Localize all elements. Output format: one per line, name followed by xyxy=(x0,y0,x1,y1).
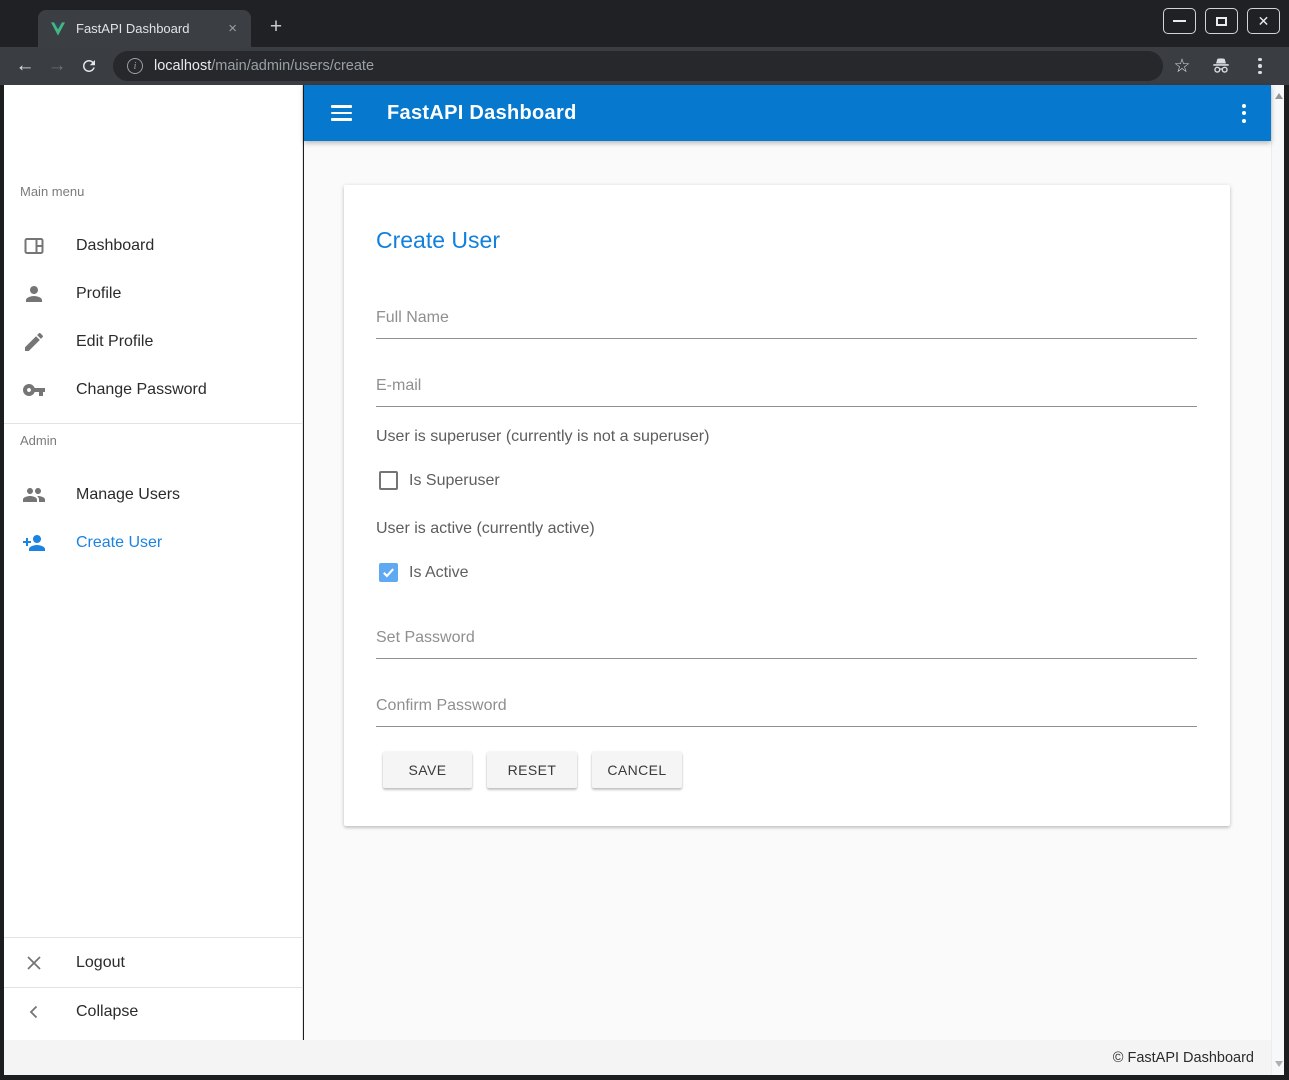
reload-button[interactable] xyxy=(73,50,105,82)
reset-button[interactable]: RESET xyxy=(487,752,577,788)
sidebar-item-manage-users[interactable]: Manage Users xyxy=(4,471,302,519)
tab-close-icon[interactable]: × xyxy=(224,19,241,38)
copyright-text: © FastAPI Dashboard xyxy=(1113,1050,1254,1066)
page-title: Create User xyxy=(376,227,500,254)
set-password-input[interactable] xyxy=(376,625,1197,659)
page-scrollbar[interactable] xyxy=(1271,85,1284,1075)
create-user-card: Create User User is superuser (currently… xyxy=(344,185,1230,826)
people-icon xyxy=(22,483,46,507)
is-active-checkbox[interactable] xyxy=(379,563,398,582)
sidebar-item-edit-profile[interactable]: Edit Profile xyxy=(4,318,302,366)
sidebar-item-profile[interactable]: Profile xyxy=(4,270,302,318)
browser-tab[interactable]: FastAPI Dashboard × xyxy=(38,10,251,47)
toolbar-right-icons: ☆ xyxy=(1167,51,1289,81)
scrollbar-up-arrow[interactable] xyxy=(1272,89,1285,103)
main-content: FastAPI Dashboard Create User User is su… xyxy=(304,85,1271,1040)
is-active-label: Is Active xyxy=(409,564,469,582)
sidebar-section-main-menu: Main menu xyxy=(20,184,84,199)
forward-button[interactable]: → xyxy=(41,50,73,82)
is-superuser-label: Is Superuser xyxy=(409,472,500,490)
save-button[interactable]: SAVE xyxy=(383,752,472,788)
key-icon xyxy=(22,378,46,402)
person-add-icon xyxy=(22,531,46,555)
is-superuser-checkbox-row[interactable]: Is Superuser xyxy=(379,471,500,490)
url-path: /main/admin/users/create xyxy=(211,58,374,74)
appbar: FastAPI Dashboard xyxy=(304,85,1271,141)
form-buttons: SAVE RESET CANCEL xyxy=(383,752,682,788)
close-window-button[interactable]: ✕ xyxy=(1247,8,1280,34)
close-x-icon xyxy=(22,951,46,975)
browser-window: FastAPI Dashboard × + ✕ ← → i localhost/… xyxy=(0,0,1289,1080)
sidebar-section-admin: Admin xyxy=(20,433,57,448)
sidebar-item-label: Create User xyxy=(76,534,162,552)
site-info-icon[interactable]: i xyxy=(127,58,143,74)
sidebar-item-create-user[interactable]: Create User xyxy=(4,519,302,567)
superuser-hint: User is superuser (currently is not a su… xyxy=(376,428,709,446)
sidebar-item-collapse[interactable]: Collapse xyxy=(4,988,302,1036)
url-host: localhost xyxy=(154,58,211,74)
sidebar: Main menu Dashboard Profile Edit Profile… xyxy=(4,85,303,1040)
scrollbar-down-arrow[interactable] xyxy=(1272,1057,1285,1071)
active-hint: User is active (currently active) xyxy=(376,520,595,538)
window-controls: ✕ xyxy=(1163,8,1280,34)
page-footer: © FastAPI Dashboard xyxy=(4,1040,1284,1075)
pencil-icon xyxy=(22,330,46,354)
is-superuser-checkbox[interactable] xyxy=(379,471,398,490)
hamburger-menu-icon[interactable] xyxy=(328,100,354,126)
minimize-button[interactable] xyxy=(1163,8,1196,34)
appbar-title: FastAPI Dashboard xyxy=(387,102,577,125)
url-text: localhost/main/admin/users/create xyxy=(154,58,374,74)
full-name-input[interactable] xyxy=(376,305,1197,339)
kebab-menu-icon xyxy=(1258,58,1262,75)
confirm-password-input[interactable] xyxy=(376,693,1197,727)
address-bar[interactable]: i localhost/main/admin/users/create xyxy=(113,51,1163,81)
sidebar-divider xyxy=(4,423,302,424)
sidebar-item-label: Collapse xyxy=(76,1003,138,1021)
bookmark-star-icon[interactable]: ☆ xyxy=(1167,51,1197,81)
sidebar-item-change-password[interactable]: Change Password xyxy=(4,366,302,414)
browser-toolbar: ← → i localhost/main/admin/users/create … xyxy=(0,47,1289,85)
sidebar-item-label: Change Password xyxy=(76,381,207,399)
email-input[interactable] xyxy=(376,373,1197,407)
sidebar-item-logout[interactable]: Logout xyxy=(4,939,302,987)
new-tab-button[interactable]: + xyxy=(262,13,290,41)
sidebar-item-label: Profile xyxy=(76,285,121,303)
sidebar-item-label: Edit Profile xyxy=(76,333,153,351)
sidebar-item-label: Manage Users xyxy=(76,486,180,504)
incognito-icon xyxy=(1206,51,1236,81)
maximize-button[interactable] xyxy=(1205,8,1238,34)
browser-titlebar: FastAPI Dashboard × + ✕ xyxy=(0,0,1289,47)
check-icon xyxy=(381,565,396,580)
is-active-checkbox-row[interactable]: Is Active xyxy=(379,563,469,582)
sidebar-item-label: Dashboard xyxy=(76,237,154,255)
sidebar-item-label: Logout xyxy=(76,954,125,972)
vue-favicon-icon xyxy=(50,21,66,37)
sidebar-item-dashboard[interactable]: Dashboard xyxy=(4,222,302,270)
chevron-left-icon xyxy=(22,1000,46,1024)
person-icon xyxy=(22,282,46,306)
appbar-kebab-menu-icon[interactable] xyxy=(1242,104,1246,123)
tab-title: FastAPI Dashboard xyxy=(76,21,224,36)
back-button[interactable]: ← xyxy=(9,50,41,82)
cancel-button[interactable]: CANCEL xyxy=(592,752,682,788)
reload-icon xyxy=(80,57,98,75)
sidebar-divider xyxy=(4,937,302,938)
browser-menu-button[interactable] xyxy=(1245,51,1275,81)
dashboard-icon xyxy=(22,234,46,258)
